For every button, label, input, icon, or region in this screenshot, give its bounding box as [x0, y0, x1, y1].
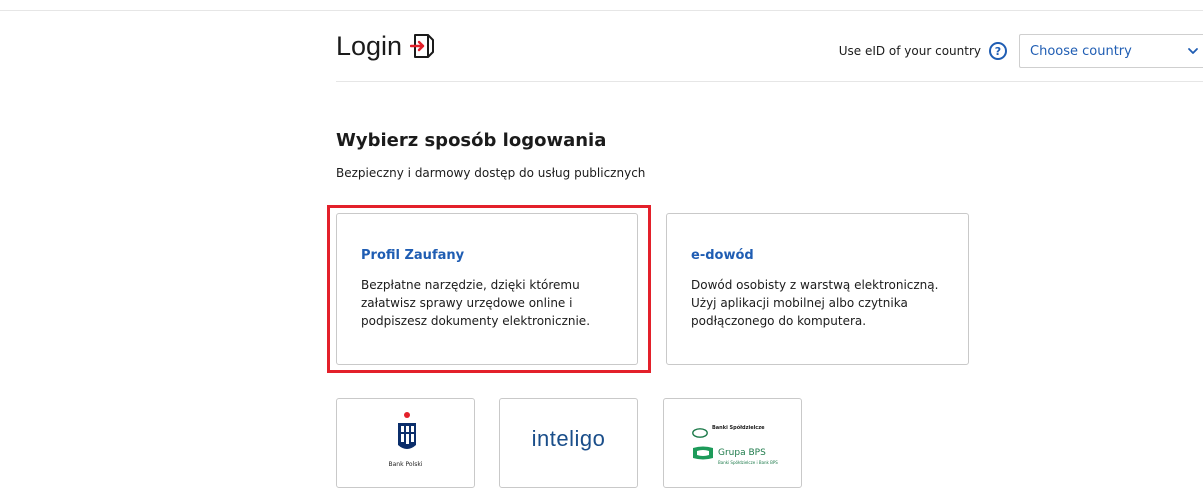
help-icon[interactable]: ? [989, 42, 1007, 60]
bps-logo-icon [692, 445, 714, 465]
header-divider [336, 81, 1203, 82]
bank-name: Grupa BPS [718, 448, 766, 458]
country-select[interactable]: Choose country [1019, 34, 1203, 68]
login-arrow-icon [410, 32, 436, 60]
method-card-profil-zaufany[interactable]: Profil Zaufany Bezpłatne narzędzie, dzię… [336, 213, 638, 365]
bank-group-tag: Banki Spółdzielcze [712, 425, 765, 431]
country-select-value: Choose country [1030, 43, 1132, 59]
bank-tile-inteligo[interactable]: inteligo [499, 398, 638, 488]
method-description: Bezpłatne narzędzie, dzięki któremu zała… [361, 278, 591, 328]
section-heading: Wybierz sposób logowania [336, 130, 607, 151]
method-title: e-dowód [691, 248, 754, 263]
page-header: Login Use eID of your country ? Choose c… [336, 24, 1203, 82]
pko-logo-icon [392, 411, 422, 461]
sgb-logo-icon [692, 423, 708, 442]
top-divider [0, 10, 1203, 11]
bank-tile-pko[interactable]: Bank Polski [336, 398, 475, 488]
bank-subname: Banki Spółdzielcze i Bank BPS [718, 460, 778, 465]
chevron-down-icon [1187, 45, 1199, 57]
section-subheading: Bezpieczny i darmowy dostęp do usług pub… [336, 166, 646, 180]
page-title: Login [336, 28, 436, 64]
method-title: Profil Zaufany [361, 248, 465, 263]
page-title-text: Login [336, 31, 403, 61]
bank-tile-bps[interactable]: Banki Spółdzielcze Grupa BPS Banki Spółd… [663, 398, 802, 488]
eid-selector: Use eID of your country ? Choose country [839, 34, 1203, 68]
method-card-e-dowod[interactable]: e-dowód Dowód osobisty z warstwą elektro… [666, 213, 969, 365]
bank-name: inteligo [531, 426, 606, 451]
bank-name: Bank Polski [388, 461, 423, 468]
method-description: Dowód osobisty z warstwą elektroniczną. … [691, 278, 939, 328]
eid-label: Use eID of your country [838, 44, 981, 58]
